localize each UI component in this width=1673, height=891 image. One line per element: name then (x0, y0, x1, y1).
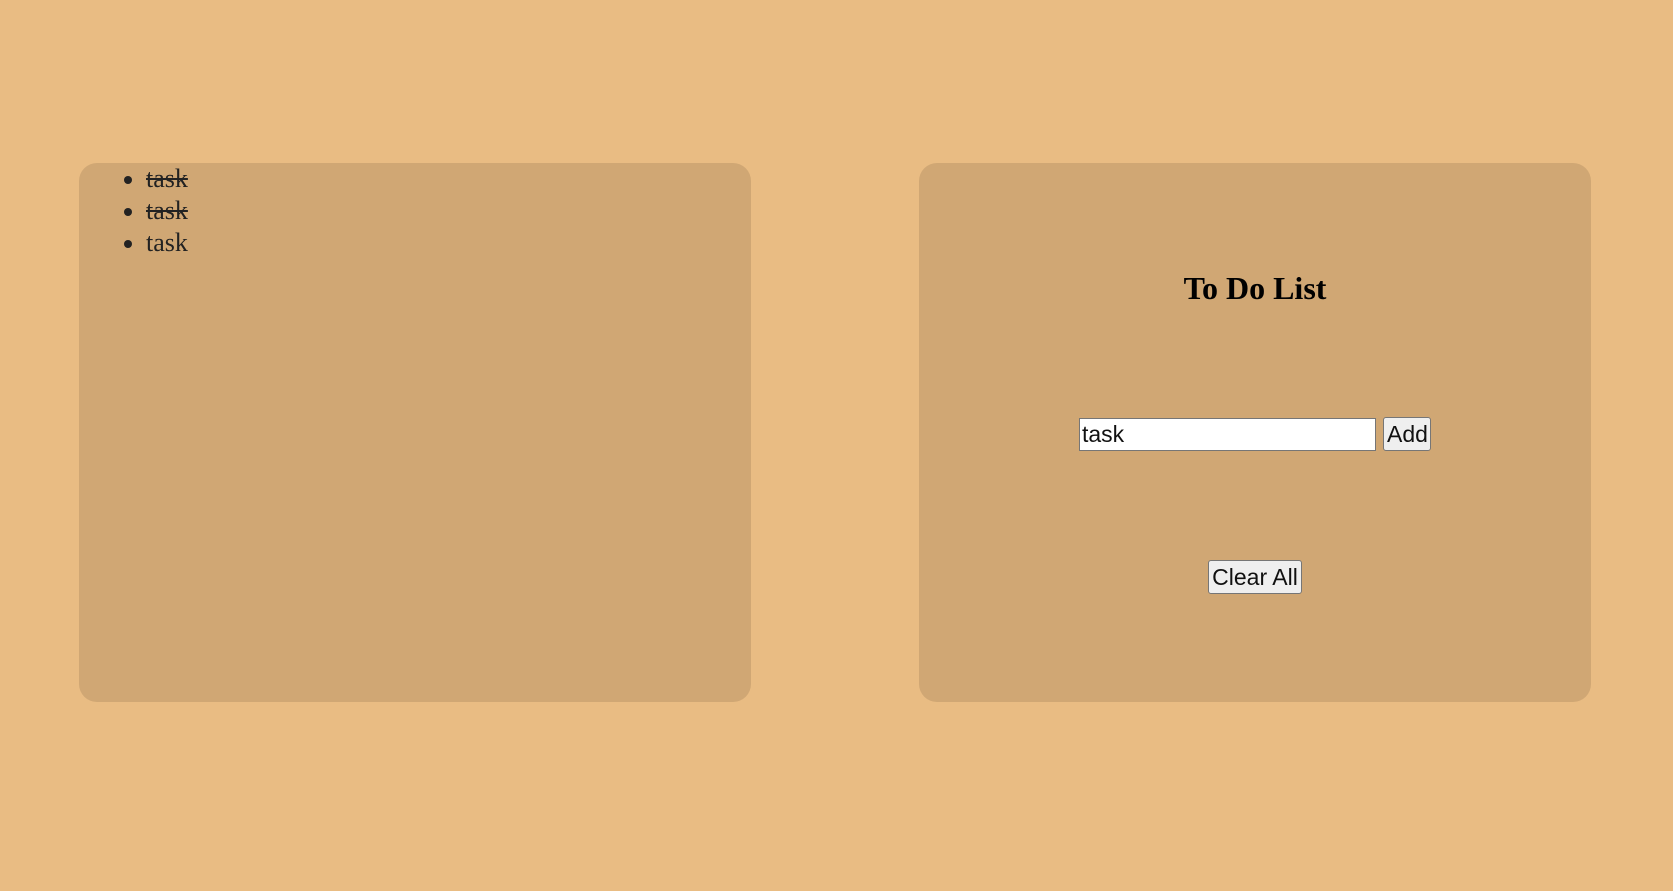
task-item[interactable]: task (146, 163, 751, 195)
clear-all-button[interactable]: Clear All (1208, 560, 1302, 594)
add-task-row: Add (1079, 417, 1431, 451)
task-list: task task task (79, 163, 751, 259)
page-title: To Do List (1183, 270, 1327, 306)
todo-form-panel: To Do List Add Clear All (919, 163, 1591, 702)
task-item[interactable]: task (146, 195, 751, 227)
task-item[interactable]: task (146, 227, 751, 259)
task-list-panel: task task task (79, 163, 751, 702)
add-button[interactable]: Add (1383, 417, 1431, 451)
task-input[interactable] (1079, 417, 1376, 451)
